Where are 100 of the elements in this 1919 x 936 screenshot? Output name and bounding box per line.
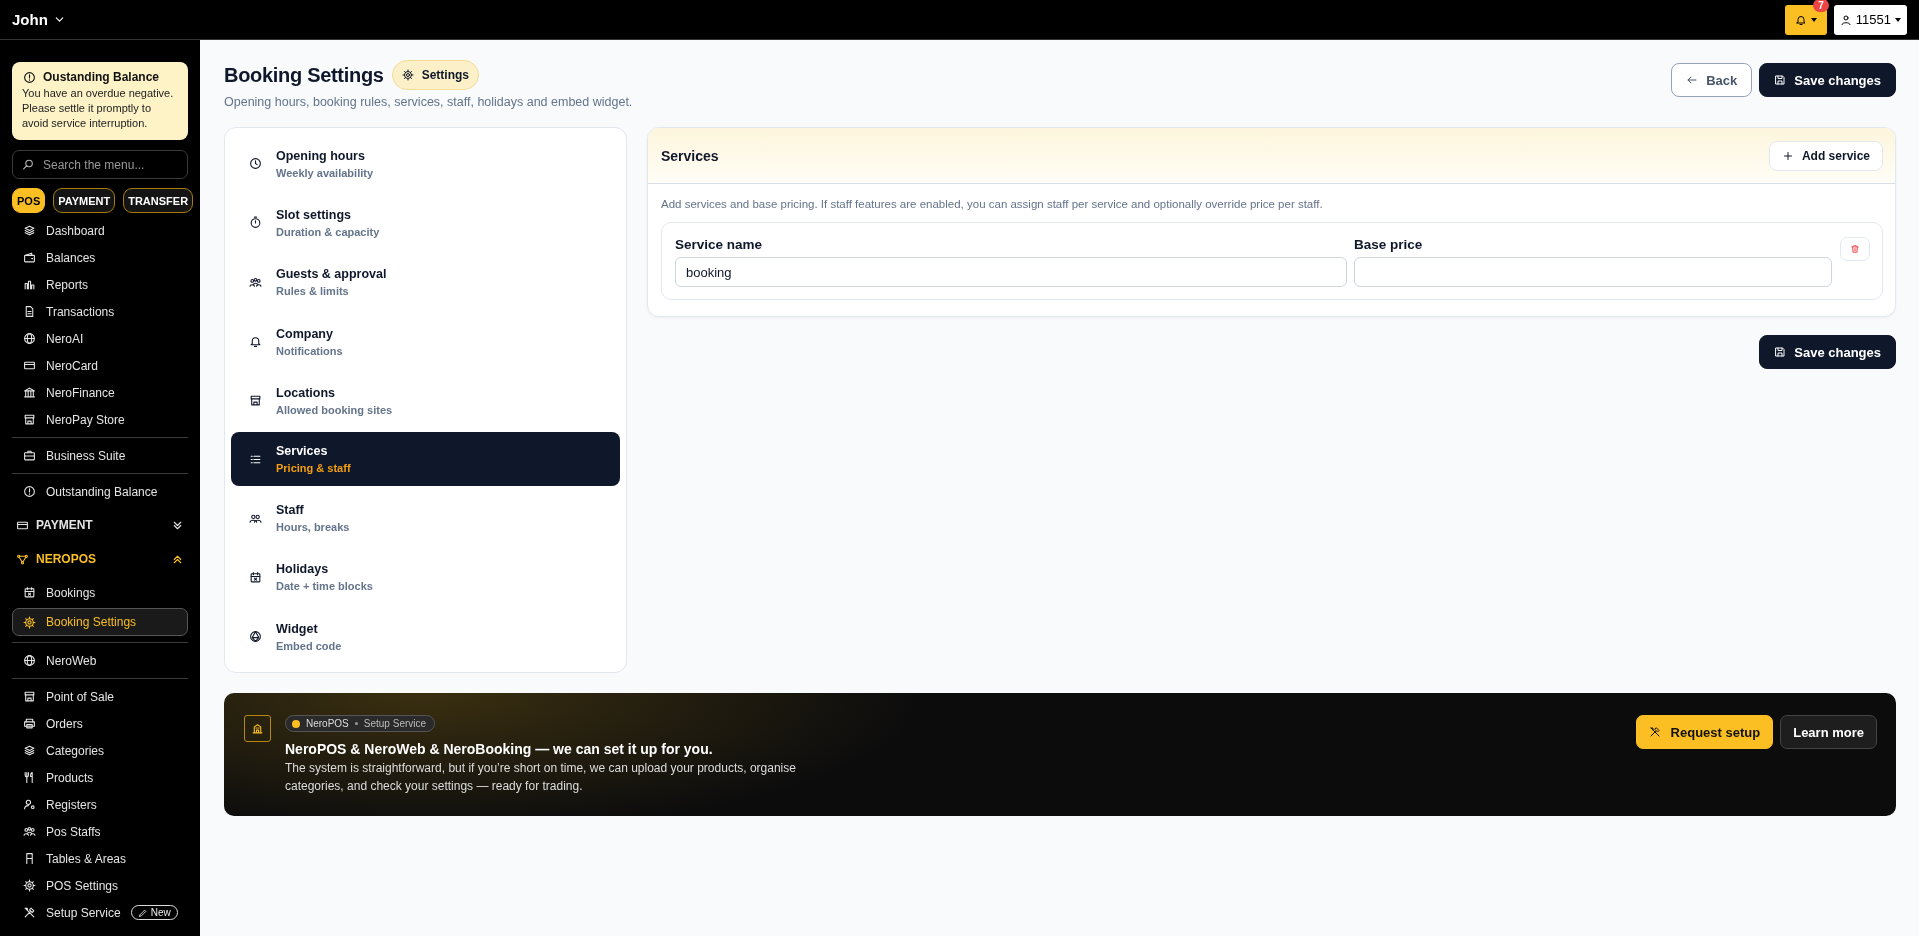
menu-item[interactable]: Bookings: [12, 579, 188, 606]
menu-item[interactable]: Balances: [12, 244, 188, 271]
user-icon: [1839, 13, 1852, 26]
plus-icon: [1781, 149, 1794, 162]
menu-icon: [23, 449, 36, 462]
menu-icon: [23, 386, 36, 399]
settings-nav-item[interactable]: Guests & approval Rules & limits: [231, 252, 620, 312]
menu-item[interactable]: Tables & Areas: [12, 845, 188, 872]
search-field[interactable]: Search the menu...: [12, 150, 188, 179]
banner-title: NeroPOS & NeroWeb & NeroBooking — we can set it up for you.: [285, 741, 713, 758]
back-button[interactable]: Back: [1671, 63, 1753, 97]
request-setup-button[interactable]: Request setup: [1635, 715, 1774, 750]
menu-item[interactable]: Dashboard: [12, 217, 188, 244]
menu-icon: [23, 654, 36, 667]
menu-item[interactable]: NeroWeb: [12, 647, 188, 674]
nav-icon: [249, 275, 262, 289]
menu-icon: [23, 906, 36, 919]
setup-tag: NeroPOS Setup Service: [285, 715, 436, 733]
menu-icon: [23, 879, 36, 892]
banner-text: The system is straightforward, but if you’re short on time, we can upload your products, organise categories, and check your settings — ready for trading.: [285, 760, 797, 796]
nav-icon: [249, 630, 262, 644]
page-title: Booking Settings: [224, 63, 384, 87]
menu-item[interactable]: Orders: [12, 710, 188, 737]
settings-nav-item[interactable]: Slot settings Duration & capacity: [231, 193, 620, 253]
menu-icon: [23, 717, 36, 730]
settings-nav-item[interactable]: Widget Embed code: [231, 607, 620, 667]
nav-icon: [249, 453, 262, 466]
menu-item[interactable]: Categories: [12, 737, 188, 764]
menu-icon: [23, 359, 36, 372]
mode-tab[interactable]: PAYMENT: [53, 188, 116, 213]
menu-item[interactable]: Business Suite: [12, 442, 188, 469]
learn-more-button[interactable]: Learn more: [1780, 715, 1877, 750]
bell-icon: [1794, 13, 1807, 26]
nav-icon: [249, 394, 262, 408]
settings-nav-item[interactable]: Services Pricing & staff: [231, 432, 620, 487]
panel-description: Add services and base pricing. If staff features are enabled, you can assign staff per service and optionally override price per staff.: [661, 198, 1324, 210]
menu-icon: [23, 485, 36, 498]
gear-icon: [401, 69, 414, 81]
section-icon: [16, 552, 29, 566]
menu-icon: [23, 586, 36, 599]
nav-icon: [249, 335, 262, 349]
settings-nav-item[interactable]: Holidays Date + time blocks: [231, 547, 620, 608]
search-icon: [22, 158, 35, 171]
mode-tab[interactable]: TRANSFER: [123, 188, 194, 213]
menu-item[interactable]: POS Settings: [12, 872, 188, 899]
add-service-button[interactable]: Add service: [1768, 140, 1883, 171]
menu-item[interactable]: Transactions: [12, 298, 188, 325]
menu-item[interactable]: Point of Sale: [12, 683, 188, 710]
menu-icon: [23, 690, 36, 703]
menu-item[interactable]: NeroPay Store: [12, 406, 188, 433]
mode-tab[interactable]: POS: [12, 188, 46, 213]
page-subtitle: Opening hours, booking rules, services, staff, holidays and embed widget.: [224, 95, 633, 109]
settings-nav-item[interactable]: Staff Hours, breaks: [231, 488, 620, 548]
menu-icon: [23, 251, 36, 264]
menu-icon: [23, 744, 36, 757]
menu-item[interactable]: NeroCard: [12, 352, 188, 379]
pen-icon: [137, 907, 148, 918]
menu-icon: [23, 224, 36, 237]
menu-item[interactable]: Registers: [12, 791, 188, 818]
alert-icon: [23, 70, 36, 84]
user-menu[interactable]: John: [12, 11, 66, 28]
menu-icon: [23, 332, 36, 345]
menu-icon: [23, 278, 36, 291]
section-header[interactable]: NEROPOS: [12, 543, 188, 575]
menu-icon: [23, 825, 36, 838]
back-arrow-icon: [1686, 74, 1699, 86]
menu-icon: [23, 615, 36, 629]
input-field[interactable]: [1354, 257, 1832, 287]
menu-item[interactable]: Reports: [12, 271, 188, 298]
notification-count: 7: [1813, 0, 1829, 12]
section-header[interactable]: PAYMENT: [12, 509, 188, 541]
panel-title: Services: [661, 147, 719, 164]
delete-button[interactable]: [1840, 237, 1870, 261]
menu-icon: [23, 852, 36, 865]
settings-nav-item[interactable]: Locations Allowed booking sites: [231, 371, 620, 431]
settings-nav-item[interactable]: Company Notifications: [231, 311, 620, 372]
save-icon: [1774, 346, 1787, 358]
input-field[interactable]: booking: [675, 257, 1347, 287]
save-icon: [1774, 74, 1787, 86]
status-dot: [292, 719, 300, 728]
menu-item[interactable]: NeroFinance: [12, 379, 188, 406]
menu-icon: [23, 771, 36, 784]
menu-icon: [23, 413, 36, 426]
menu-item[interactable]: Outstanding Balance: [12, 478, 188, 505]
menu-icon: [23, 798, 36, 811]
menu-item[interactable]: NeroAI: [12, 325, 188, 352]
nav-icon: [249, 570, 262, 584]
building-icon: [244, 715, 271, 743]
menu-item[interactable]: Products: [12, 764, 188, 791]
account-button[interactable]: 11551: [1833, 4, 1907, 35]
trash-icon: [1850, 244, 1860, 254]
alert-text: You have an overdue negative. Please settle it promptly to avoid service interruption.: [22, 86, 175, 131]
save-button[interactable]: Save changes: [1759, 63, 1896, 97]
menu-icon: [23, 305, 36, 318]
tools-icon: [1648, 726, 1661, 739]
menu-item[interactable]: Setup Service New: [12, 899, 188, 926]
save-button[interactable]: Save changes: [1759, 335, 1896, 369]
settings-nav-item[interactable]: Opening hours Weekly availability: [231, 134, 620, 194]
menu-item[interactable]: Booking Settings: [12, 608, 188, 636]
menu-item[interactable]: Pos Staffs: [12, 818, 188, 845]
